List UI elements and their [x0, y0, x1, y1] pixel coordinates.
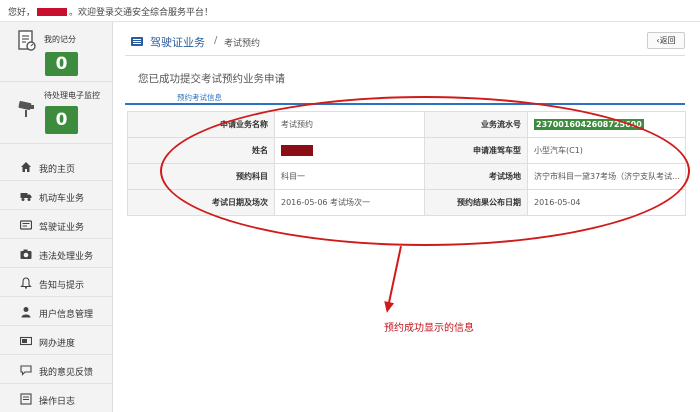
- score-panel[interactable]: 我的记分 0: [0, 22, 113, 82]
- truck-icon: [20, 193, 32, 201]
- breadcrumb-separator: /: [214, 35, 218, 46]
- list-icon: [131, 37, 143, 46]
- breadcrumb: 驾驶证业务 / 考试预约 ‹返回: [125, 28, 685, 56]
- greeting-prefix: 您好，: [8, 8, 36, 18]
- progress-icon: [20, 336, 32, 346]
- field-label: 预约结果公布日期: [424, 189, 528, 216]
- greeting: 您好， 。欢迎登录交通安全综合服务平台！: [8, 5, 213, 18]
- sidebar-item-vehicle[interactable]: 机动车业务: [0, 181, 113, 210]
- field-value: 济宁市科目一黛37考场（济宁支队考试...: [527, 163, 686, 190]
- redacted-name: [281, 145, 313, 156]
- feedback-icon: [20, 365, 32, 376]
- sidebar-item-label: 驾驶证业务: [39, 223, 85, 233]
- table-row: 姓名 申请准驾车型 小型汽车(C1): [127, 137, 686, 164]
- field-label: 考试日期及场次: [127, 189, 275, 216]
- sidebar-item-home[interactable]: 我的主页: [0, 152, 113, 181]
- violations-label: 待处理电子监控: [44, 91, 100, 100]
- score-label: 我的记分: [44, 35, 76, 44]
- table-row: 申请业务名称 考试预约 业务流水号 2370016042608725600: [127, 111, 686, 138]
- field-label: 申请准驾车型: [424, 137, 528, 164]
- field-label: 预约科目: [127, 163, 275, 190]
- camera-monitor-icon: [18, 101, 34, 117]
- camera-icon: [20, 249, 32, 259]
- home-icon: [21, 162, 31, 172]
- sidebar-nav: 我的主页 机动车业务 驾驶证业务 违法处理业务 告知与提示 用户信息管理 网办进…: [0, 152, 113, 412]
- sidebar-item-label: 用户信息管理: [39, 310, 94, 320]
- log-icon: [20, 393, 32, 405]
- field-value: 小型汽车(C1): [527, 137, 686, 164]
- annotation-text: 预约成功显示的信息: [384, 323, 474, 334]
- greeting-suffix: 。欢迎登录交通安全综合服务平台！: [69, 8, 214, 18]
- violations-value: 0: [45, 106, 78, 134]
- main-content: 驾驶证业务 / 考试预约 ‹返回 您已成功提交考试预约业务申请 预约考试信息 申…: [113, 22, 700, 412]
- tab-exam-info[interactable]: 预约考试信息: [177, 92, 222, 103]
- appointment-info-table: 申请业务名称 考试预约 业务流水号 2370016042608725600 姓名…: [127, 111, 686, 216]
- sidebar-item-notices[interactable]: 告知与提示: [0, 268, 113, 297]
- table-row: 考试日期及场次 2016-05-06 考试场次一 预约结果公布日期 2016-0…: [127, 189, 686, 216]
- sidebar-item-violations[interactable]: 违法处理业务: [0, 239, 113, 268]
- field-label: 申请业务名称: [127, 111, 275, 138]
- violations-panel[interactable]: 待处理电子监控 0: [0, 84, 113, 144]
- breadcrumb-main[interactable]: 驾驶证业务: [150, 34, 205, 50]
- table-row: 预约科目 科目一 考试场地 济宁市科目一黛37考场（济宁支队考试...: [127, 163, 686, 190]
- breadcrumb-current: 考试预约: [224, 39, 261, 49]
- sidebar-item-label: 机动车业务: [39, 194, 85, 204]
- sidebar-item-label: 违法处理业务: [39, 252, 94, 262]
- bell-icon: [20, 277, 32, 289]
- field-value: 2370016042608725600: [527, 111, 686, 138]
- sidebar-item-license[interactable]: 驾驶证业务: [0, 210, 113, 239]
- sidebar-item-progress[interactable]: 网办进度: [0, 326, 113, 355]
- field-label: 业务流水号: [424, 111, 528, 138]
- field-label: 考试场地: [424, 163, 528, 190]
- page-title: 您已成功提交考试预约业务申请: [138, 73, 285, 85]
- sidebar-item-feedback[interactable]: 我的意见反馈: [0, 355, 113, 384]
- field-value: 2016-05-06 考试场次一: [274, 189, 425, 216]
- sidebar-item-label: 网办进度: [39, 339, 76, 349]
- top-bar: 您好， 。欢迎登录交通安全综合服务平台！: [0, 0, 700, 22]
- field-value: 考试预约: [274, 111, 425, 138]
- sidebar-item-user-info[interactable]: 用户信息管理: [0, 297, 113, 326]
- sidebar-item-label: 我的意见反馈: [39, 368, 94, 378]
- id-card-icon: [20, 220, 32, 230]
- serial-number: 2370016042608725600: [534, 119, 644, 130]
- field-label: 姓名: [127, 137, 275, 164]
- sidebar-item-log[interactable]: 操作日志: [0, 384, 113, 412]
- field-value: [274, 137, 425, 164]
- score-value: 0: [45, 52, 78, 76]
- field-value: 科目一: [274, 163, 425, 190]
- sidebar-item-label: 我的主页: [39, 165, 76, 175]
- sidebar-item-label: 操作日志: [39, 397, 76, 407]
- info-tabs: 预约考试信息: [125, 90, 685, 105]
- field-value: 2016-05-04: [527, 189, 686, 216]
- user-icon: [21, 307, 31, 318]
- score-document-icon: [18, 30, 36, 51]
- redacted-username: [37, 8, 68, 16]
- back-button[interactable]: ‹返回: [647, 32, 685, 49]
- sidebar-item-label: 告知与提示: [39, 281, 85, 291]
- sidebar: 我的记分 0 待处理电子监控 0 我的主页 机动车业务 驾驶证业务 违法处理业务: [0, 22, 113, 412]
